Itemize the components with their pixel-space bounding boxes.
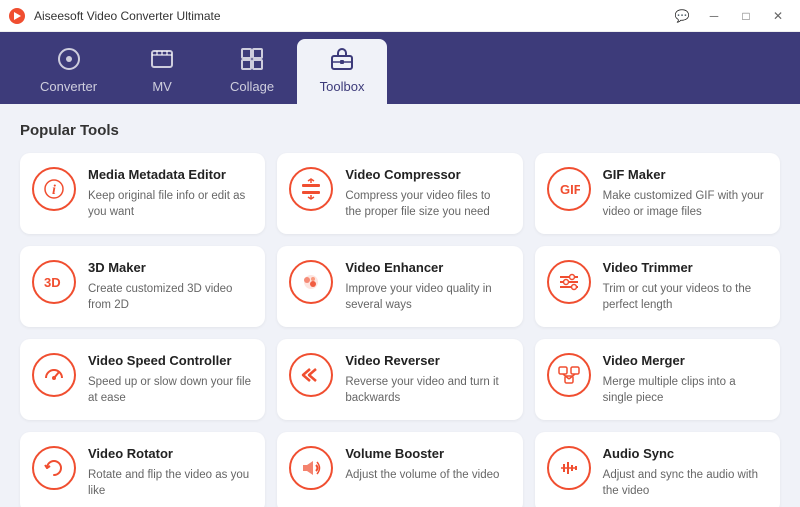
toolbox-label: Toolbox xyxy=(320,79,365,94)
audio-sync-icon xyxy=(547,446,591,490)
video-trimmer-icon xyxy=(547,260,591,304)
video-compressor-name: Video Compressor xyxy=(345,167,508,184)
3d-maker-desc: Create customized 3D video from 2D xyxy=(88,281,251,313)
video-speed-controller-name: Video Speed Controller xyxy=(88,353,251,370)
tool-card-gif-maker[interactable]: GIF GIF Maker Make customized GIF with y… xyxy=(535,153,780,234)
video-rotator-icon xyxy=(32,446,76,490)
tool-card-video-compressor[interactable]: Video Compressor Compress your video fil… xyxy=(277,153,522,234)
video-rotator-name: Video Rotator xyxy=(88,446,251,463)
video-reverser-name: Video Reverser xyxy=(345,353,508,370)
tool-card-video-trimmer[interactable]: Video Trimmer Trim or cut your videos to… xyxy=(535,246,780,327)
window-controls: 💬 ─ □ ✕ xyxy=(668,6,792,26)
tab-converter[interactable]: Converter xyxy=(20,39,117,104)
video-enhancer-name: Video Enhancer xyxy=(345,260,508,277)
tools-grid: i Media Metadata Editor Keep original fi… xyxy=(20,153,780,507)
tool-card-video-merger[interactable]: Video Merger Merge multiple clips into a… xyxy=(535,339,780,420)
video-compressor-desc: Compress your video files to the proper … xyxy=(345,188,508,220)
volume-booster-desc: Adjust the volume of the video xyxy=(345,467,508,483)
video-rotator-desc: Rotate and flip the video as you like xyxy=(88,467,251,499)
video-compressor-icon xyxy=(289,167,333,211)
video-speed-controller-icon xyxy=(32,353,76,397)
volume-booster-name: Volume Booster xyxy=(345,446,508,463)
video-merger-desc: Merge multiple clips into a single piece xyxy=(603,374,766,406)
mv-icon xyxy=(150,47,174,75)
video-enhancer-desc: Improve your video quality in several wa… xyxy=(345,281,508,313)
video-merger-name: Video Merger xyxy=(603,353,766,370)
gif-maker-icon: GIF xyxy=(547,167,591,211)
minimize-btn[interactable]: ─ xyxy=(700,6,728,26)
3d-maker-icon: 3D xyxy=(32,260,76,304)
close-btn[interactable]: ✕ xyxy=(764,6,792,26)
mv-label: MV xyxy=(152,79,172,94)
tab-toolbox[interactable]: Toolbox xyxy=(297,39,387,104)
tool-card-video-rotator[interactable]: Video Rotator Rotate and flip the video … xyxy=(20,432,265,507)
tool-card-video-reverser[interactable]: Video Reverser Reverse your video and tu… xyxy=(277,339,522,420)
toolbox-icon xyxy=(330,47,354,75)
tool-card-media-metadata-editor[interactable]: i Media Metadata Editor Keep original fi… xyxy=(20,153,265,234)
3d-maker-name: 3D Maker xyxy=(88,260,251,277)
audio-sync-desc: Adjust and sync the audio with the video xyxy=(603,467,766,499)
video-reverser-desc: Reverse your video and turn it backwards xyxy=(345,374,508,406)
svg-text:i: i xyxy=(52,183,56,198)
collage-label: Collage xyxy=(230,79,274,94)
video-reverser-icon xyxy=(289,353,333,397)
video-speed-controller-desc: Speed up or slow down your file at ease xyxy=(88,374,251,406)
video-merger-icon xyxy=(547,353,591,397)
media-metadata-editor-desc: Keep original file info or edit as you w… xyxy=(88,188,251,220)
gif-maker-name: GIF Maker xyxy=(603,167,766,184)
svg-text:GIF: GIF xyxy=(560,182,580,197)
tab-mv[interactable]: MV xyxy=(117,39,207,104)
video-enhancer-icon xyxy=(289,260,333,304)
video-trimmer-desc: Trim or cut your videos to the perfect l… xyxy=(603,281,766,313)
nav-bar: Converter MV Collage xyxy=(0,32,800,104)
tool-card-volume-booster[interactable]: Volume Booster Adjust the volume of the … xyxy=(277,432,522,507)
media-metadata-editor-name: Media Metadata Editor xyxy=(88,167,251,184)
gif-maker-desc: Make customized GIF with your video or i… xyxy=(603,188,766,220)
audio-sync-name: Audio Sync xyxy=(603,446,766,463)
titlebar: Aiseesoft Video Converter Ultimate 💬 ─ □… xyxy=(0,0,800,32)
chat-btn[interactable]: 💬 xyxy=(668,6,696,26)
titlebar-left: Aiseesoft Video Converter Ultimate xyxy=(8,7,221,25)
maximize-btn[interactable]: □ xyxy=(732,6,760,26)
collage-icon xyxy=(240,47,264,75)
main-content: Popular Tools i Media Metadata Editor Ke… xyxy=(0,104,800,507)
converter-label: Converter xyxy=(40,79,97,94)
svg-text:3D: 3D xyxy=(44,275,61,290)
tool-card-3d-maker[interactable]: 3D 3D Maker Create customized 3D video f… xyxy=(20,246,265,327)
video-trimmer-name: Video Trimmer xyxy=(603,260,766,277)
tool-card-video-enhancer[interactable]: Video Enhancer Improve your video qualit… xyxy=(277,246,522,327)
window-title: Aiseesoft Video Converter Ultimate xyxy=(34,9,221,23)
tab-collage[interactable]: Collage xyxy=(207,39,297,104)
section-title: Popular Tools xyxy=(20,122,780,139)
volume-booster-icon xyxy=(289,446,333,490)
media-metadata-editor-icon: i xyxy=(32,167,76,211)
tool-card-video-speed-controller[interactable]: Video Speed Controller Speed up or slow … xyxy=(20,339,265,420)
app-logo xyxy=(8,7,26,25)
converter-icon xyxy=(57,47,81,75)
tool-card-audio-sync[interactable]: Audio Sync Adjust and sync the audio wit… xyxy=(535,432,780,507)
